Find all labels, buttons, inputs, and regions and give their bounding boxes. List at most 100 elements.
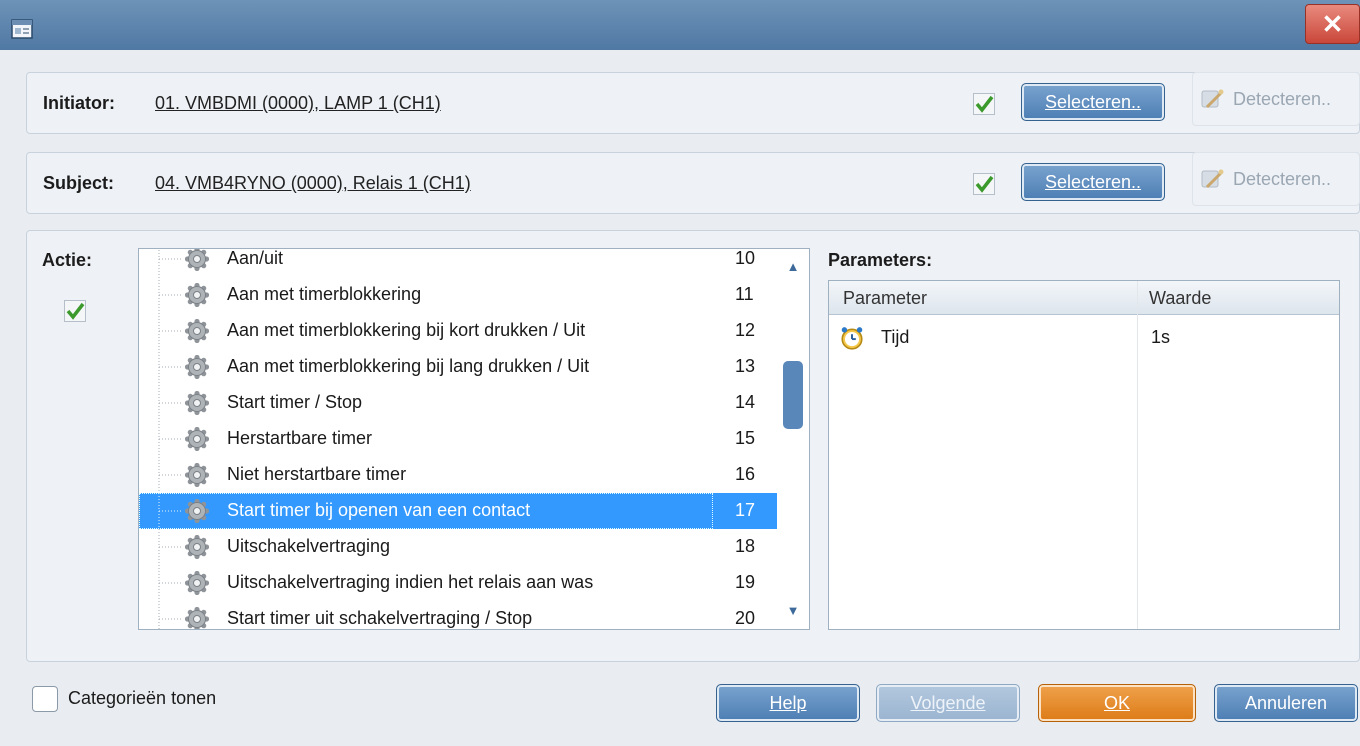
action-list-item[interactable]: Uitschakelvertraging 18 [139, 529, 777, 565]
tree-line-icon [158, 421, 183, 457]
gear-icon [185, 249, 209, 271]
action-label: Actie: [42, 250, 93, 270]
column-divider [1137, 281, 1138, 629]
tree-line-icon [158, 493, 183, 529]
gear-icon [185, 535, 209, 559]
dialog-app-icon [11, 19, 33, 39]
initiator-check-icon [973, 93, 995, 115]
alarm-clock-icon [841, 327, 863, 350]
initiator-panel: Initiator: 01. VMBDMI (0000), LAMP 1 (CH… [26, 72, 1360, 134]
action-item-number: 17 [735, 500, 756, 520]
initiator-label: Initiator: [43, 93, 115, 113]
gear-icon [185, 571, 209, 595]
ok-button-label: OK [1103, 693, 1130, 713]
tree-line-icon [158, 601, 183, 629]
tree-line-icon [158, 249, 183, 277]
initiator-value-link[interactable]: 01. VMBDMI (0000), LAMP 1 (CH1) [155, 93, 441, 114]
tree-line-icon [158, 565, 183, 601]
gear-icon [185, 319, 209, 343]
action-item-label: Niet herstartbare timer [227, 464, 407, 484]
tree-line-icon [158, 529, 183, 565]
subject-detect-button[interactable]: Detecteren.. [1192, 152, 1360, 206]
column-header-parameter[interactable]: Parameter [843, 288, 927, 309]
column-header-value[interactable]: Waarde [1149, 288, 1211, 309]
gear-icon [185, 283, 209, 307]
action-item-label: Aan met timerblokkering [227, 284, 422, 304]
action-item-number: 11 [735, 284, 754, 304]
parameters-table: Parameter Waarde Tijd 1s [828, 280, 1340, 630]
action-list-item[interactable]: Start timer / Stop 14 [139, 385, 777, 421]
scroll-down-icon[interactable]: ▼ [777, 599, 809, 623]
scroll-up-icon[interactable]: ▲ [777, 255, 809, 279]
action-list-item[interactable]: Aan/uit 10 [139, 248, 777, 277]
next-button[interactable]: Volgende [876, 684, 1020, 722]
gear-icon [185, 463, 209, 487]
detect-wand-icon [1201, 89, 1224, 109]
action-item-number: 16 [735, 464, 756, 484]
action-list-item[interactable]: Aan met timerblokkering bij lang drukken… [139, 349, 777, 385]
action-list[interactable]: Start timer uit schakelvertraging / Stop… [138, 248, 810, 630]
show-categories-checkbox[interactable] [32, 686, 58, 712]
subject-select-button[interactable]: Selecteren.. [1021, 163, 1165, 201]
gear-icon [185, 427, 209, 451]
tree-line-icon [158, 457, 183, 493]
gear-icon [185, 607, 209, 629]
help-button[interactable]: Help [716, 684, 860, 722]
cancel-button-label: Annuleren [1244, 693, 1328, 713]
action-item-number: 10 [735, 248, 756, 268]
show-categories-label[interactable]: Categorieën tonen [68, 688, 216, 709]
action-item-label: Uitschakelvertraging indien het relais a… [227, 572, 594, 592]
action-list-item[interactable]: Uitschakelvertraging indien het relais a… [139, 565, 777, 601]
tree-line-icon [158, 313, 183, 349]
action-list-item[interactable]: Start timer bij openen van een contact 17 [139, 493, 777, 529]
action-item-number: 13 [735, 356, 756, 376]
title-bar: ✕ [0, 0, 1360, 50]
action-item-label: Start timer uit schakelvertraging / Stop [227, 608, 533, 628]
tree-line-icon [158, 385, 183, 421]
action-list-item[interactable]: Herstartbare timer 15 [139, 421, 777, 457]
initiator-select-button[interactable]: Selecteren.. [1021, 83, 1165, 121]
subject-detect-label: Detecteren.. [1233, 169, 1332, 189]
cancel-button[interactable]: Annuleren [1214, 684, 1358, 722]
action-item-number: 15 [735, 428, 756, 448]
action-item-number: 18 [735, 536, 756, 556]
action-item-label: Start timer bij openen van een contact [227, 500, 531, 520]
gear-icon [185, 355, 209, 379]
help-button-label: Help [769, 693, 807, 713]
scroll-thumb[interactable] [783, 361, 803, 429]
action-item-number: 20 [735, 608, 756, 628]
tree-line-icon [158, 349, 183, 385]
action-list-scrollbar[interactable]: ▲ ▼ [777, 249, 809, 629]
action-item-number: 12 [735, 320, 756, 340]
action-item-label: Uitschakelvertraging [227, 536, 391, 556]
action-list-item[interactable]: Niet herstartbare timer 16 [139, 457, 777, 493]
action-item-label: Aan met timerblokkering bij kort drukken… [227, 320, 586, 340]
action-item-label: Start timer / Stop [227, 392, 363, 412]
subject-check-icon [973, 173, 995, 195]
tree-line-icon [158, 277, 183, 313]
action-list-item[interactable]: Start timer uit schakelvertraging / Stop… [139, 601, 777, 629]
parameters-label: Parameters: [828, 250, 933, 270]
ok-button[interactable]: OK [1038, 684, 1196, 722]
action-list-item[interactable]: Aan met timerblokkering bij kort drukken… [139, 313, 777, 349]
action-list-item[interactable]: Aan met timerblokkering 11 [139, 277, 777, 313]
action-item-number: 14 [735, 392, 756, 412]
dialog-body: Initiator: 01. VMBDMI (0000), LAMP 1 (CH… [0, 50, 1360, 746]
parameter-name[interactable]: Tijd [881, 327, 909, 348]
subject-panel: Subject: 04. VMB4RYNO (0000), Relais 1 (… [26, 152, 1360, 214]
action-item-number: 19 [735, 572, 756, 592]
subject-label: Subject: [43, 173, 115, 193]
initiator-detect-button[interactable]: Detecteren.. [1192, 72, 1360, 126]
action-item-label: Aan/uit [227, 248, 284, 268]
subject-value-link[interactable]: 04. VMB4RYNO (0000), Relais 1 (CH1) [155, 173, 471, 194]
action-item-label: Aan met timerblokkering bij lang drukken… [227, 356, 590, 376]
next-button-label: Volgende [910, 693, 986, 713]
parameter-value[interactable]: 1s [1151, 327, 1170, 348]
initiator-detect-label: Detecteren.. [1233, 89, 1332, 109]
gear-icon [185, 499, 209, 523]
action-item-label: Herstartbare timer [227, 428, 373, 448]
gear-icon [185, 391, 209, 415]
detect-wand-icon [1201, 169, 1224, 189]
action-check-icon [64, 300, 86, 322]
close-button[interactable]: ✕ [1305, 4, 1360, 44]
